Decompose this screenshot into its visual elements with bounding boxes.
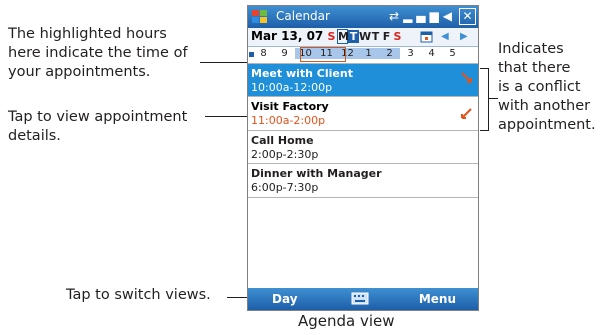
- day-fri[interactable]: F: [381, 30, 392, 43]
- close-icon[interactable]: ✕: [459, 8, 476, 25]
- hour-label: 3: [407, 48, 414, 59]
- title-bar: Calendar ⇄▂▄▆◀ ✕: [248, 6, 478, 28]
- appointment-time: 6:00p-7:30p: [251, 181, 319, 194]
- hour-label: 8: [260, 48, 267, 59]
- appointment-title: Visit Factory: [251, 100, 329, 113]
- figure-caption: Agenda view: [298, 312, 395, 330]
- app-title: Calendar: [276, 9, 330, 23]
- appointment-row[interactable]: Meet with Client 10:00a-12:00p: [248, 64, 478, 97]
- sync-icon: ⇄: [389, 9, 404, 23]
- appointment-title: Dinner with Manager: [251, 167, 382, 180]
- day-thu[interactable]: T: [370, 30, 381, 43]
- leader-conflict-mid: [488, 98, 498, 99]
- date-bar: Mar 13, 07 S MT WT F S ◀ ▶: [248, 28, 478, 47]
- appointment-time: 11:00a-2:00p: [251, 114, 326, 127]
- day-view-softkey[interactable]: Day: [272, 292, 298, 306]
- day-sun[interactable]: S: [326, 30, 337, 43]
- hour-label: 9: [281, 48, 288, 59]
- leader-highlighted-hours: [200, 62, 249, 63]
- day-tue[interactable]: T: [348, 30, 359, 43]
- appointment-time: 2:00p-2:30p: [251, 148, 319, 161]
- week-days: S MT WT F S: [326, 29, 403, 44]
- date-label[interactable]: Mar 13, 07: [251, 29, 323, 43]
- next-arrow-icon[interactable]: ▶: [460, 31, 468, 42]
- appointment-row[interactable]: Call Home 2:00p-2:30p: [248, 131, 478, 164]
- calendar-month-icon[interactable]: [420, 30, 433, 43]
- day-sat[interactable]: S: [392, 30, 403, 43]
- windows-start-icon[interactable]: [251, 8, 269, 26]
- conflict-icon: [461, 108, 472, 119]
- hour-selection-box: [300, 47, 346, 62]
- appointment-row[interactable]: Visit Factory 11:00a-2:00p: [248, 97, 478, 131]
- signal-icon: ▂▄▆: [403, 9, 443, 23]
- prev-arrow-icon[interactable]: ◀: [441, 31, 449, 42]
- hour-bar: 8 9 10 11 12 1 2 3 4 5: [248, 47, 478, 64]
- callout-tap-details: Tap to view appointment details.: [8, 109, 188, 144]
- leader-conflict-vertical: [488, 68, 489, 130]
- phone-screen: Calendar ⇄▂▄▆◀ ✕ Mar 13, 07 S MT WT F S ◀ ▶ …: [247, 5, 479, 311]
- leader-tap-details: [205, 116, 249, 117]
- appointment-title: Meet with Client: [251, 67, 353, 80]
- leader-conflict-top: [480, 68, 489, 69]
- menu-bar: Day Menu: [248, 288, 478, 310]
- leader-conflict-bottom: [480, 130, 489, 131]
- hour-label: 4: [428, 48, 435, 59]
- menu-softkey[interactable]: Menu: [419, 292, 456, 306]
- hour-label: 1: [358, 48, 379, 59]
- hour-label: 5: [449, 48, 456, 59]
- appointment-title: Call Home: [251, 134, 314, 147]
- conflict-icon: [461, 72, 472, 83]
- volume-icon: ◀: [442, 9, 456, 23]
- keyboard-icon[interactable]: [351, 292, 369, 305]
- day-mon[interactable]: M: [337, 29, 349, 44]
- status-icons: ⇄▂▄▆◀: [389, 9, 456, 23]
- hour-label: 2: [379, 48, 400, 59]
- day-wed[interactable]: W: [359, 30, 371, 43]
- callout-conflict: Indicates that there is a conflict with …: [498, 41, 596, 133]
- appointment-time: 10:00a-12:00p: [251, 81, 333, 94]
- callout-highlighted-hours: The highlighted hours here indicate the …: [8, 26, 188, 80]
- callout-tap-switch: Tap to switch views.: [66, 287, 211, 303]
- appointment-row[interactable]: Dinner with Manager 6:00p-7:30p: [248, 164, 478, 198]
